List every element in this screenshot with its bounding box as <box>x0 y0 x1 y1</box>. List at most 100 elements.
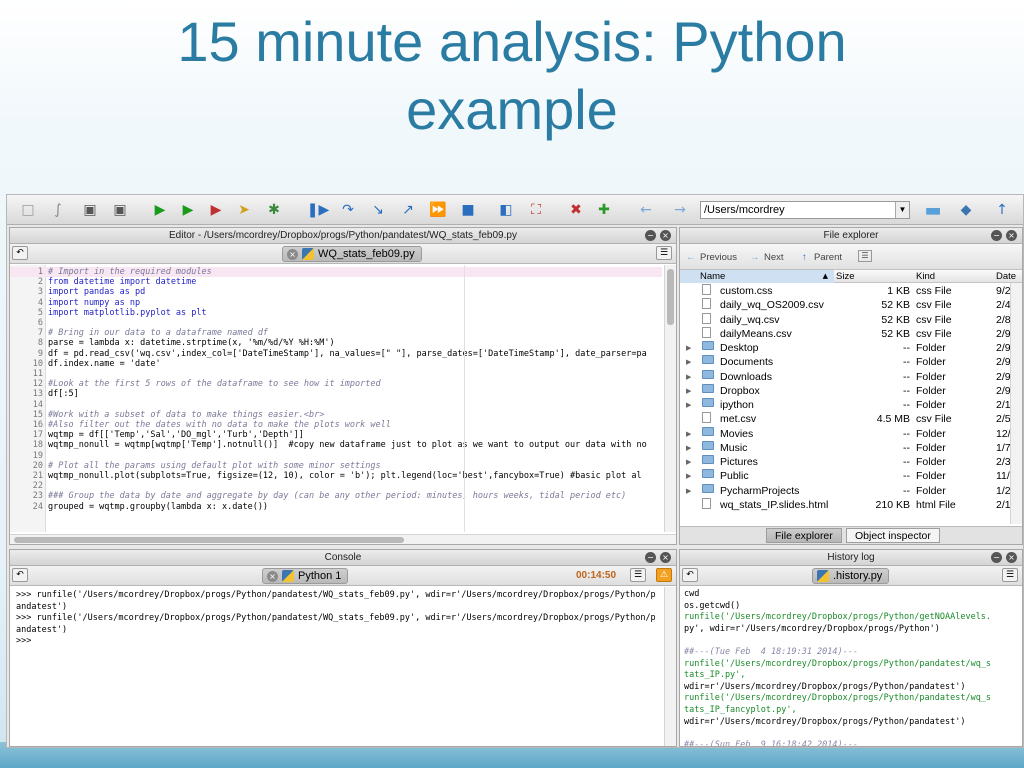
code-line[interactable]: 10 df.index.name = 'date' <box>10 359 662 369</box>
previous-button[interactable]: Previous <box>700 252 737 263</box>
tab-history-py[interactable]: .history.py <box>812 568 890 584</box>
code-line[interactable]: 11 <box>10 369 662 379</box>
expand-arrow-icon[interactable]: ▶ <box>686 469 691 483</box>
editor-scroll-thumb[interactable] <box>667 269 674 325</box>
back-arrow-icon[interactable]: ← <box>635 199 657 221</box>
file-row[interactable]: ▶ Pictures -- Folder 2/3/ <box>680 455 1022 469</box>
code-line[interactable]: 19 <box>10 451 662 461</box>
code-line[interactable]: 12 #Look at the first 5 rows of the dataf… <box>10 379 662 389</box>
expand-arrow-icon[interactable]: ▶ <box>686 355 691 369</box>
file-row[interactable]: dailyMeans.csv 52 KB csv File 2/9/ <box>680 326 1022 341</box>
file-row[interactable]: ▶ Music -- Folder 1/7/ <box>680 440 1022 455</box>
file-row[interactable]: met.csv 4.5 MB csv File 2/5/ <box>680 412 1022 426</box>
close-icon[interactable]: × <box>1006 230 1017 241</box>
history-log[interactable]: cwd os.getcwd() runfile('/Users/mcordrey/D… <box>684 589 991 746</box>
console-scrollbar[interactable] <box>664 587 676 746</box>
pythonpath-manager-icon[interactable]: ✚ <box>593 199 615 221</box>
forward-arrow-icon[interactable]: → <box>669 199 691 221</box>
step-return-icon[interactable]: ↗ <box>397 199 419 221</box>
chevron-down-icon[interactable]: ▼ <box>895 202 909 218</box>
expand-arrow-icon[interactable]: ▶ <box>686 384 691 398</box>
tab-python-1[interactable]: × Python 1 <box>262 568 349 584</box>
code-line[interactable]: 5 import matplotlib.pyplot as plt <box>10 308 662 318</box>
options-menu-icon[interactable]: ☰ <box>858 250 872 262</box>
run-config-icon[interactable]: ▶ <box>177 199 199 221</box>
code-line[interactable]: 1 # Import in the required modules <box>10 267 662 278</box>
code-line[interactable]: 21 wqtmp_nonull.plot(subplots=True, figsi… <box>10 471 662 481</box>
options-menu-icon[interactable]: ☰ <box>630 568 646 582</box>
options-menu-icon[interactable]: ☰ <box>1002 568 1018 582</box>
expand-arrow-icon[interactable]: ▶ <box>686 455 691 469</box>
file-row[interactable]: custom.css 1 KB css File 9/2 <box>680 284 1022 298</box>
close-tab-icon[interactable]: × <box>287 248 298 260</box>
python-change-dir-icon[interactable]: ◆ <box>955 199 977 221</box>
run-icon[interactable]: ▶ <box>149 199 171 221</box>
preferences-icon[interactable]: ✖ <box>565 199 587 221</box>
parent-button[interactable]: Parent <box>814 252 842 263</box>
next-button[interactable]: Next <box>764 252 784 263</box>
tab-file-explorer[interactable]: File explorer <box>766 528 842 543</box>
browse-tabs-icon[interactable]: ↶ <box>682 568 698 582</box>
code-line[interactable]: 9 df = pd.read_csv('wq.csv',index_col=['D… <box>10 349 662 359</box>
column-date[interactable]: Date <box>996 270 1016 283</box>
save-icon[interactable]: ▣ <box>79 199 101 221</box>
file-row[interactable]: wq_stats_IP.slides.html 210 KB html File 2/… <box>680 497 1022 512</box>
close-tab-icon[interactable]: × <box>267 570 278 582</box>
file-row[interactable]: ▶ Documents -- Folder 2/9/ <box>680 355 1022 369</box>
debug-icon[interactable]: ✱ <box>263 199 285 221</box>
undock-icon[interactable]: − <box>645 230 656 241</box>
expand-arrow-icon[interactable]: ▶ <box>686 370 691 384</box>
file-list-scrollbar[interactable] <box>1010 283 1022 524</box>
file-row[interactable]: ▶ PycharmProjects -- Folder 1/29 <box>680 483 1022 498</box>
close-icon[interactable]: × <box>660 230 671 241</box>
close-icon[interactable]: × <box>1006 552 1017 563</box>
file-row[interactable]: daily_wq.csv 52 KB csv File 2/8/ <box>680 312 1022 327</box>
parent-dir-icon[interactable]: ↑ <box>991 199 1013 221</box>
browse-tabs-icon[interactable]: ↶ <box>12 568 28 582</box>
next-arrow-icon[interactable]: → <box>750 252 760 263</box>
file-row[interactable]: ▶ Desktop -- Folder 2/9/ <box>680 341 1022 355</box>
console-output[interactable]: >>> runfile('/Users/mcordrey/Dropbox/pro… <box>16 590 656 648</box>
editor-vertical-scrollbar[interactable] <box>664 265 676 532</box>
code-line[interactable]: 8 parse = lambda x: datetime.strptime(x, … <box>10 338 662 348</box>
file-row[interactable]: ▶ Downloads -- Folder 2/9/ <box>680 369 1022 384</box>
code-line[interactable]: 17 wqtmp = df[['Temp','Sal','DO_mgl','Tur… <box>10 430 662 440</box>
undock-icon[interactable]: − <box>991 230 1002 241</box>
code-line[interactable]: 7 # Bring in our data to a dataframe name… <box>10 328 662 338</box>
step-over-icon[interactable]: ↷ <box>337 199 359 221</box>
previous-arrow-icon[interactable]: ← <box>686 252 696 263</box>
expand-arrow-icon[interactable]: ▶ <box>686 341 691 355</box>
expand-arrow-icon[interactable]: ▶ <box>686 441 691 455</box>
code-line[interactable]: 18 wqtmp_nonull = wqtmp[wqtmp['Temp'].not… <box>10 440 662 450</box>
parent-arrow-icon[interactable]: ↑ <box>802 252 807 263</box>
browse-folder-icon[interactable]: ▬ <box>919 199 947 221</box>
file-row[interactable]: ▶ Public -- Folder 11/7 <box>680 469 1022 483</box>
code-line[interactable]: 22 <box>10 481 662 491</box>
file-row[interactable]: ▶ Dropbox -- Folder 2/9/ <box>680 383 1022 398</box>
editor-horizontal-scrollbar[interactable] <box>10 534 676 544</box>
options-menu-icon[interactable]: ☰ <box>656 246 672 260</box>
code-line[interactable]: 3 import pandas as pd <box>10 287 662 297</box>
open-file-icon[interactable]: ∫ <box>47 199 69 221</box>
code-line[interactable]: 4 import numpy as np <box>10 298 662 308</box>
browse-tabs-icon[interactable]: ↶ <box>12 246 28 260</box>
code-line[interactable]: 16 #Also filter out the dates with no dat… <box>10 420 662 430</box>
undock-icon[interactable]: − <box>991 552 1002 563</box>
save-all-icon[interactable]: ▣ <box>109 199 131 221</box>
warning-icon[interactable]: ⚠ <box>656 568 672 582</box>
run-cell-icon[interactable]: ➤ <box>233 199 255 221</box>
code-line[interactable]: 6 <box>10 318 662 328</box>
code-line[interactable]: 15 #Work with a subset of data to make th… <box>10 410 662 420</box>
column-kind[interactable]: Kind <box>916 270 935 283</box>
continue-icon[interactable]: ⏩ <box>427 199 449 221</box>
file-row[interactable]: daily_wq_OS2009.csv 52 KB csv File 2/4/ <box>680 298 1022 312</box>
code-line[interactable]: 13 df[:5] <box>10 389 662 399</box>
expand-arrow-icon[interactable]: ▶ <box>686 398 691 412</box>
undock-icon[interactable]: − <box>645 552 656 563</box>
code-line[interactable]: 2 from datetime import datetime <box>10 277 662 287</box>
expand-arrow-icon[interactable]: ▶ <box>686 484 691 498</box>
tab-object-inspector[interactable]: Object inspector <box>846 528 940 543</box>
tab-wq-stats-feb09[interactable]: × WQ_stats_feb09.py <box>282 246 422 262</box>
new-file-icon[interactable]: □ <box>17 199 39 221</box>
file-row[interactable]: ▶ Movies -- Folder 12/1 <box>680 426 1022 441</box>
